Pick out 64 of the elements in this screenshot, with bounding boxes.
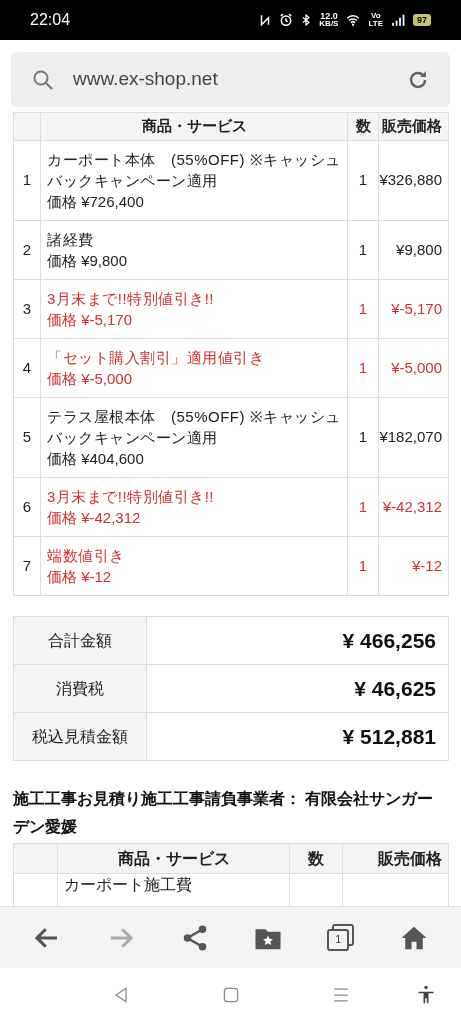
- wifi-icon: [345, 13, 362, 27]
- total-label: 合計金額: [48, 631, 112, 649]
- column-header: 商品・サービス: [141, 117, 247, 135]
- list-price: 価格 ¥9,800: [47, 251, 129, 271]
- column-header: 数: [355, 117, 371, 135]
- total-value: ¥ 466,256: [342, 628, 436, 652]
- signal-icon: [390, 13, 406, 27]
- volte-label: Vo: [370, 12, 381, 20]
- url-text: www.ex-shop.net: [73, 67, 219, 92]
- battery-level: 97: [413, 14, 431, 26]
- sale-price: ¥326,880: [379, 171, 442, 189]
- total-value: ¥ 46,625: [354, 676, 436, 700]
- row-number: 4: [22, 358, 32, 376]
- total-value: ¥ 512,881: [342, 724, 436, 748]
- quantity: 1: [358, 240, 368, 258]
- item-name: 3月末まで!!特別値引き!!: [47, 289, 215, 309]
- lte-label: LTE: [368, 20, 383, 28]
- item-name: 諸経費: [47, 230, 95, 250]
- alarm-icon: [279, 13, 294, 27]
- quantity: 1: [358, 428, 368, 446]
- quantity: 1: [358, 299, 368, 317]
- item-name: 端数値引き: [47, 546, 126, 566]
- list-price: 価格 ¥-12: [47, 567, 113, 587]
- tab-count: 1: [327, 928, 350, 951]
- column-header: 商品・サービス: [117, 849, 230, 867]
- sale-price: ¥-5,000: [391, 358, 442, 376]
- network-unit: KB/S: [319, 20, 339, 28]
- list-price: 価格 ¥404,600: [47, 449, 145, 469]
- clock: 22:04: [30, 10, 71, 30]
- quantity: 1: [358, 358, 368, 376]
- list-price: 価格 ¥-42,312: [47, 508, 142, 528]
- sale-price: ¥-5,170: [391, 299, 442, 317]
- sale-price: ¥-12: [411, 556, 442, 574]
- item-name: 「セット購入割引」適用値引き: [47, 348, 265, 368]
- list-price: 価格 ¥-5,170: [47, 310, 134, 330]
- total-label: 消費税: [56, 679, 104, 697]
- row-number: 7: [22, 556, 32, 574]
- section-heading: 施工工事お見積り施工工事請負事業者： 有限会社サンガーデン愛媛: [13, 789, 435, 837]
- column-header: 数: [308, 849, 324, 867]
- quantity: 1: [358, 497, 368, 515]
- item-name: 3月末まで!!特別値引き!!: [47, 487, 215, 507]
- network-speed: 12.0: [320, 12, 338, 20]
- sale-price: ¥182,070: [379, 428, 442, 446]
- address-bar[interactable]: www.ex-shop.net: [11, 52, 450, 107]
- column-header: 販売価格: [378, 849, 442, 867]
- accessibility-icon[interactable]: [416, 985, 436, 1005]
- row-number: 3: [22, 299, 32, 317]
- quantity: 1: [358, 171, 368, 189]
- list-price: 価格 ¥-5,000: [47, 369, 134, 389]
- sale-price: ¥-42,312: [382, 497, 442, 515]
- total-label: 税込見積金額: [32, 727, 128, 745]
- item-name: テラス屋根本体 (55%OFF) ※キャッシュバックキャンペーン適用: [47, 407, 341, 448]
- sale-price: ¥9,800: [396, 240, 442, 258]
- row-number: 6: [22, 497, 32, 515]
- row-number: 2: [22, 240, 32, 258]
- item-name: カーポート本体 (55%OFF) ※キャッシュバックキャンペーン適用: [47, 150, 341, 191]
- quantity: 1: [358, 556, 368, 574]
- list-price: 価格 ¥726,400: [47, 192, 145, 212]
- item-name: カーポート施工費: [64, 876, 192, 893]
- row-number: 5: [22, 428, 32, 446]
- row-number: 1: [22, 171, 32, 189]
- home-nav-icon[interactable]: [221, 985, 241, 1005]
- bluetooth-icon: [300, 13, 313, 27]
- column-header: 販売価格: [382, 117, 442, 135]
